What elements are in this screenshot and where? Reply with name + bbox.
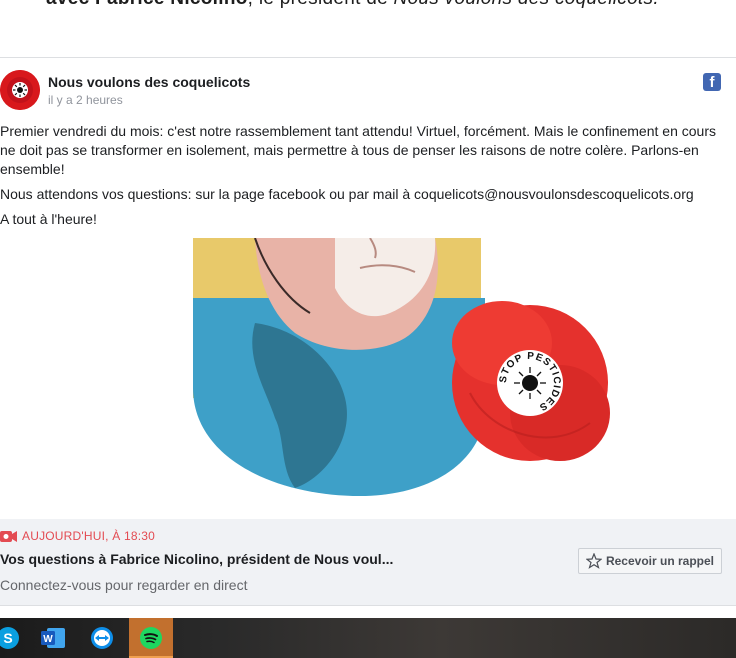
- page-name-link[interactable]: Nous voulons des coquelicots: [48, 74, 250, 90]
- post-paragraph: A tout à l'heure!: [0, 211, 97, 227]
- teamviewer-icon[interactable]: [80, 618, 124, 658]
- bottom-divider: [0, 605, 736, 606]
- star-icon: [585, 553, 602, 569]
- post-paragraph: Nous attendons vos questions: sur la pag…: [0, 186, 694, 202]
- svg-text:W: W: [43, 634, 53, 645]
- poppy-avatar-icon: [0, 70, 40, 110]
- live-event-card[interactable]: AUJOURD'HUI, À 18:30 Vos questions à Fab…: [0, 519, 736, 606]
- article-intro: avec Fabrice Nicolino, le président de N…: [0, 0, 736, 18]
- facebook-icon[interactable]: f: [703, 73, 721, 91]
- taskbar: S W: [0, 618, 736, 658]
- top-divider: [0, 57, 736, 58]
- remind-me-label: Recevoir un rappel: [605, 554, 715, 568]
- live-event-subtitle[interactable]: Connectez-vous pour regarder en direct: [0, 577, 247, 593]
- post-paragraph: Premier vendredi du mois: c'est notre ra…: [0, 123, 716, 177]
- article-intro-italic: Nous voulons des coquelicots.: [394, 0, 659, 9]
- word-icon[interactable]: W: [32, 618, 76, 658]
- live-video-icon: [0, 530, 17, 543]
- post-timestamp[interactable]: il y a 2 heures: [48, 93, 123, 107]
- page-avatar[interactable]: [0, 70, 40, 110]
- article-intro-text: avec Fabrice Nicolino, le président de N…: [46, 0, 659, 10]
- skype-icon[interactable]: S: [0, 618, 30, 658]
- live-event-time: AUJOURD'HUI, À 18:30: [22, 529, 155, 543]
- poster-illustration: STOP PESTICIDES: [193, 237, 610, 496]
- live-event-title[interactable]: Vos questions à Fabrice Nicolino, présid…: [0, 551, 393, 567]
- remind-me-button[interactable]: Recevoir un rappel: [578, 548, 722, 574]
- spotify-icon[interactable]: [129, 618, 173, 658]
- article-intro-bold: avec Fabrice Nicolino: [46, 0, 248, 9]
- svg-text:S: S: [3, 630, 12, 646]
- article-intro-mid: , le président de: [248, 0, 394, 9]
- post-image[interactable]: STOP PESTICIDES: [185, 237, 615, 500]
- live-event-header: AUJOURD'HUI, À 18:30: [0, 529, 155, 543]
- post-body: Premier vendredi du mois: c'est notre ra…: [0, 122, 730, 235]
